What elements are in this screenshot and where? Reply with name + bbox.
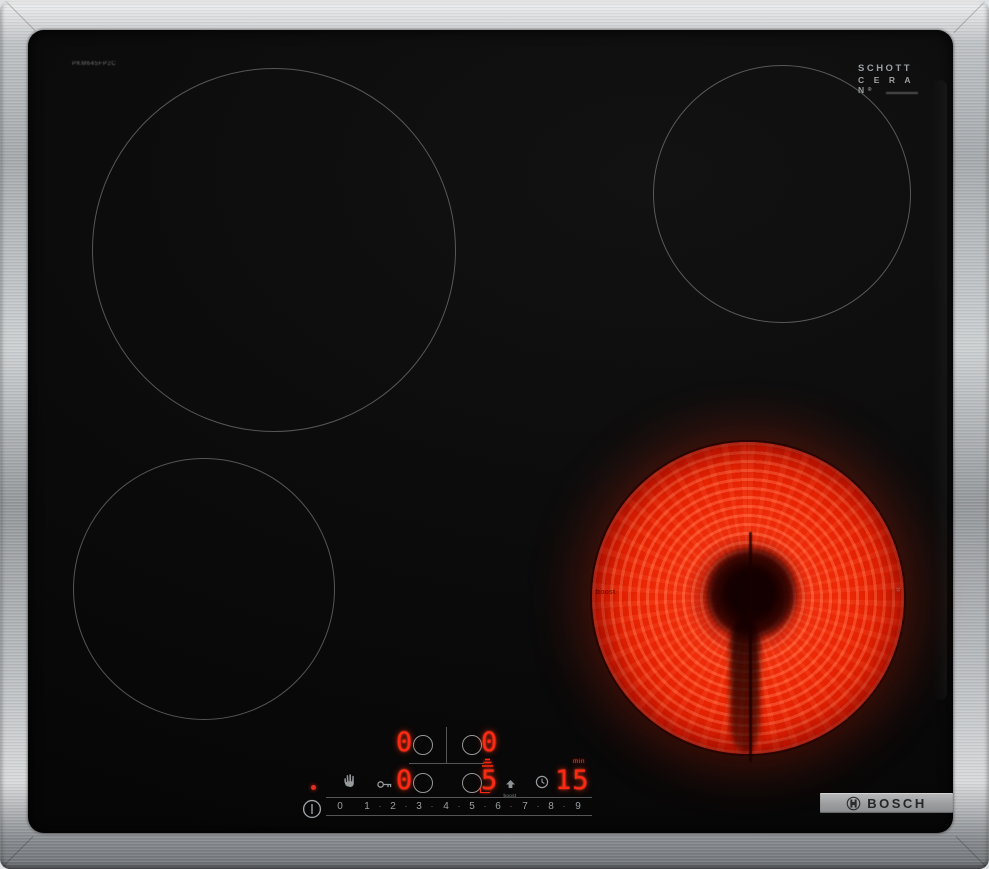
level-separator: · [535, 801, 541, 811]
display-back-right-level: 0 [481, 729, 498, 756]
power-level-3[interactable]: 3 [412, 801, 426, 812]
frame-mitre [955, 836, 988, 869]
schott-ceran-logo: SCHOTT C E R A N® [858, 63, 920, 95]
bosch-anchor-icon [846, 796, 861, 811]
power-level-7[interactable]: 7 [518, 801, 532, 812]
level-separator: · [482, 801, 488, 811]
power-icon[interactable] [302, 799, 322, 824]
boost-key[interactable]: boost [502, 775, 518, 798]
zone-select-back-left[interactable] [413, 735, 433, 755]
timer-clock-icon[interactable] [535, 775, 549, 794]
display-front-left-level: 0 [396, 767, 413, 794]
heating-element-stem-shadow [730, 617, 760, 752]
level-separator: · [508, 801, 514, 811]
level-separator: · [429, 801, 435, 811]
display-back-left-level: 0 [396, 729, 413, 756]
power-level-9[interactable]: 9 [571, 801, 585, 812]
zone-extension-marker: » [894, 587, 904, 591]
key-lock-icon[interactable] [377, 776, 393, 794]
zone-cross-horizontal [409, 763, 484, 764]
frame-mitre [2, 0, 35, 31]
cooking-zone-front-left [73, 458, 335, 720]
boost-print: boost [596, 589, 616, 596]
level-separator: · [377, 801, 383, 811]
power-level-4[interactable]: 4 [439, 801, 453, 812]
zone-select-back-right[interactable] [462, 735, 482, 755]
frame-mitre [0, 836, 33, 869]
power-level-2[interactable]: 2 [386, 801, 400, 812]
level-separator: · [456, 801, 462, 811]
glass-reflection [933, 80, 947, 700]
power-level-0[interactable]: 0 [333, 801, 347, 812]
power-level-5[interactable]: 5 [465, 801, 479, 812]
cooking-zone-front-right-glowing: boost [590, 440, 906, 756]
zone-select-front-left[interactable] [413, 773, 433, 793]
boost-arrow-icon [506, 780, 515, 788]
fine-print-line [886, 92, 918, 94]
ceran-glass-surface: PKM645FP2C SCHOTT C E R A N® [28, 30, 953, 833]
hand-icon[interactable] [342, 772, 356, 792]
cooking-zone-back-right [653, 65, 911, 323]
cooking-zone-back-left [92, 68, 456, 432]
power-level-1[interactable]: 1 [360, 801, 374, 812]
model-number: PKM645FP2C [72, 61, 116, 67]
slider-track-top [326, 797, 592, 798]
power-on-indicator-dot [311, 785, 316, 790]
timer-unit-label: min [573, 758, 585, 765]
bosch-logo-badge: BOSCH [820, 793, 953, 813]
timer-display: 15 [555, 767, 590, 794]
element-divider-line [749, 532, 752, 762]
frame-mitre [953, 0, 986, 33]
schott-line: SCHOTT [858, 63, 920, 74]
slider-track-bottom [326, 815, 592, 816]
power-level-8[interactable]: 8 [544, 801, 558, 812]
level-separator: · [561, 801, 567, 811]
hob-steel-frame: PKM645FP2C SCHOTT C E R A N® [0, 0, 989, 869]
zone-select-front-right[interactable] [462, 773, 482, 793]
bosch-logo-text: BOSCH [867, 796, 926, 811]
power-level-6[interactable]: 6 [491, 801, 505, 812]
dual-circuit-active-mark [480, 788, 490, 793]
level-separator: · [403, 801, 409, 811]
zone-cross-vertical [446, 727, 447, 763]
